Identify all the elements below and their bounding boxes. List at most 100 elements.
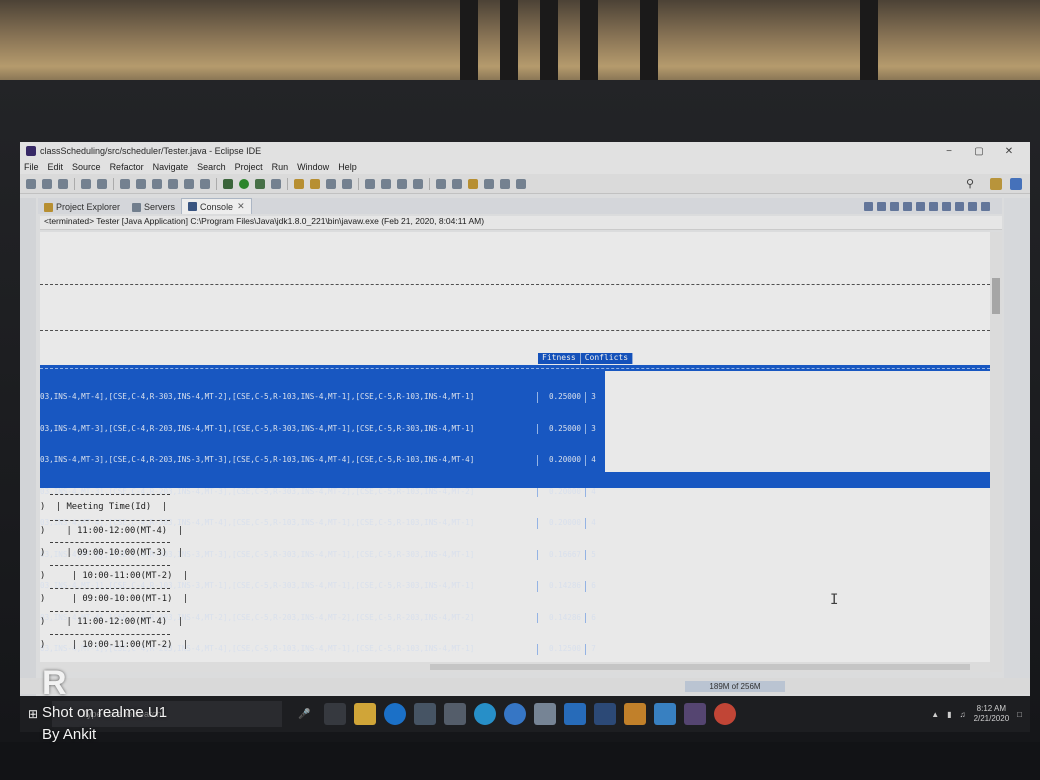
block-selection-icon[interactable] [397,178,407,189]
table-row: ) | 10:00-11:00(MT-2) | [40,640,189,650]
debug-perspective-icon[interactable] [1010,177,1022,190]
menu-run[interactable]: Run [272,162,289,172]
tab-servers[interactable]: Servers [126,200,181,214]
app-icon[interactable] [654,703,677,725]
maximize-button[interactable]: ▢ [964,146,994,157]
app-icon[interactable] [594,703,617,725]
fitness-cell: 0.16667 [537,549,585,560]
store-icon[interactable] [414,703,437,725]
app-icon[interactable] [504,703,527,725]
forward-icon[interactable] [500,178,510,189]
table-row: 03,INS-4,MT-4],[CSE,C-4,R-303,INS-4,MT-2… [40,392,601,403]
disconnect-icon[interactable] [168,178,178,189]
skip-breakpoints-icon[interactable] [97,178,107,189]
step-over-icon[interactable] [200,178,210,189]
menu-help[interactable]: Help [338,162,357,172]
conflicts-cell: 6 [585,612,601,623]
mark-occurrences-icon[interactable] [381,178,391,189]
external-tools-icon[interactable] [271,178,281,189]
task-view-icon[interactable] [324,703,347,725]
toolbar-divider [216,177,217,190]
menu-project[interactable]: Project [235,162,263,172]
stop-icon[interactable] [152,178,162,189]
heap-status[interactable]: 189M of 256M [685,681,785,692]
display-console-icon[interactable] [942,202,951,211]
pin-console-icon[interactable] [929,202,938,211]
debug-icon[interactable] [223,178,233,189]
scroll-lock-icon[interactable] [903,202,912,211]
volume-icon[interactable]: ♫ [960,710,966,719]
windows-taskbar: ⊞ Type here to search 🎤 ▲ ▮ ♫ 8:12 AM 2/… [20,696,1030,732]
microphone-icon[interactable]: 🎤 [298,709,310,720]
new-icon[interactable] [26,178,36,189]
mail-icon[interactable] [444,703,467,725]
previous-annotation-icon[interactable] [452,178,462,189]
people-icon[interactable]: ▲ [931,710,939,719]
table-divider [50,520,170,521]
search-toolbar-icon[interactable] [342,178,352,189]
notifications-icon[interactable]: □ [1017,710,1022,719]
table-divider [50,565,170,566]
edge-icon[interactable] [384,703,407,725]
show-whitespace-icon[interactable] [413,178,423,189]
window-title: classScheduling/src/scheduler/Tester.jav… [40,146,262,156]
save-all-icon[interactable] [58,178,68,189]
eclipse-taskbar-icon[interactable] [684,703,707,725]
remove-all-icon[interactable] [890,202,899,211]
telegram-icon[interactable] [474,703,497,725]
conflicts-cell: 4 [585,486,601,497]
app-icon[interactable] [564,703,587,725]
terminate-icon[interactable] [864,202,873,211]
menu-refactor[interactable]: Refactor [110,162,144,172]
conflicts-cell: 4 [585,455,601,466]
java-perspective-icon[interactable] [990,177,1002,190]
chrome-icon[interactable] [714,703,737,725]
new-package-icon[interactable] [294,178,304,189]
coverage-icon[interactable] [255,178,265,189]
battery-icon[interactable]: ▮ [947,710,951,719]
resume-icon[interactable] [120,178,130,189]
pin-editor-icon[interactable] [516,178,526,189]
menu-navigate[interactable]: Navigate [153,162,189,172]
word-wrap-icon[interactable] [916,202,925,211]
laptop-screen: classScheduling/src/scheduler/Tester.jav… [20,142,1030,732]
laptop-bezel-bottom [0,742,1040,780]
minimize-button[interactable]: − [934,146,964,157]
menu-search[interactable]: Search [197,162,226,172]
minimize-view-icon[interactable] [968,202,977,211]
back-icon[interactable] [484,178,494,189]
save-icon[interactable] [42,178,52,189]
conflicts-cell: 6 [585,581,601,592]
suspend-icon[interactable] [136,178,146,189]
annotation-icon[interactable] [365,178,375,189]
console-vertical-scrollbar[interactable] [990,232,1002,672]
search-icon[interactable]: ⚲ [966,177,974,190]
taskbar-clock[interactable]: 8:12 AM 2/21/2020 [974,704,1010,724]
tab-console[interactable]: Console ✕ [181,198,252,214]
last-edit-icon[interactable] [468,178,478,189]
close-tab-icon[interactable]: ✕ [237,201,245,212]
menu-window[interactable]: Window [297,162,329,172]
new-class-icon[interactable] [310,178,320,189]
step-into-icon[interactable] [184,178,194,189]
terminal-icon[interactable] [81,178,91,189]
open-console-icon[interactable] [955,202,964,211]
menu-source[interactable]: Source [72,162,101,172]
run-icon[interactable] [239,178,249,189]
app-icon[interactable] [534,703,557,725]
maximize-view-icon[interactable] [981,202,990,211]
scrollbar-thumb[interactable] [430,664,970,670]
close-button[interactable]: ✕ [994,146,1024,157]
open-type-icon[interactable] [326,178,336,189]
menu-file[interactable]: File [24,162,39,172]
scrollbar-thumb[interactable] [992,278,1000,314]
menu-edit[interactable]: Edit [48,162,64,172]
remove-launch-icon[interactable] [877,202,886,211]
app-icon[interactable] [624,703,647,725]
tab-project-explorer[interactable]: Project Explorer [38,200,126,214]
conflicts-header: Conflicts [580,353,634,364]
console-horizontal-scrollbar[interactable] [40,662,990,672]
file-explorer-icon[interactable] [354,703,377,725]
console-output[interactable]: Fitness Conflicts 03,INS-4,MT-4],[CSE,C-… [40,232,990,672]
next-annotation-icon[interactable] [436,178,446,189]
